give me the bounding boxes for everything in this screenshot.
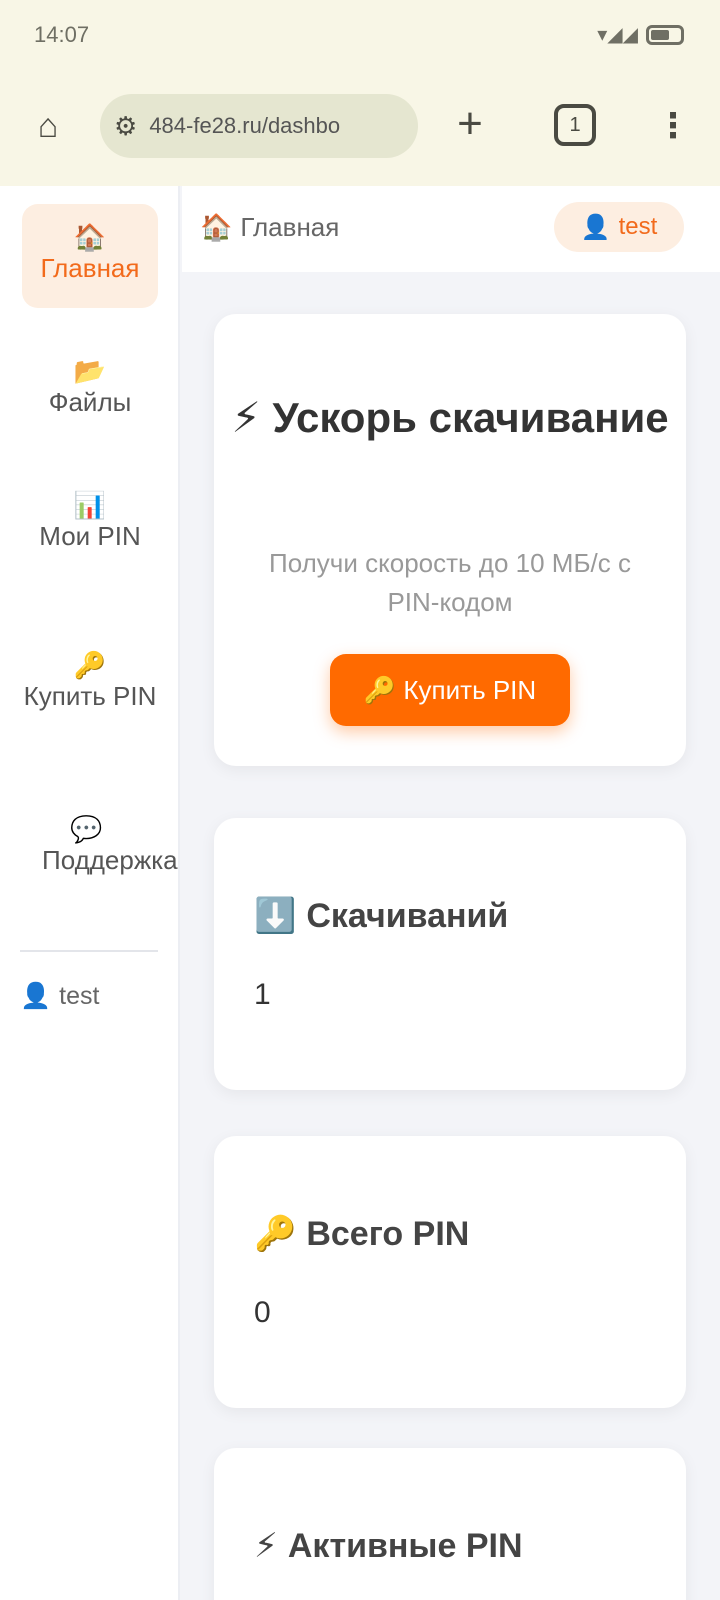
speech-bubble-icon: 💬 <box>70 814 103 844</box>
stat-title-text: Всего PIN <box>306 1214 470 1253</box>
url-bar[interactable]: ⚙ 484-fe28.ru/dashbo <box>100 94 418 158</box>
site-settings-icon[interactable]: ⚙ <box>114 111 137 142</box>
hero-title: ⚡ Ускорь скачивание <box>231 394 669 441</box>
sidebar-user[interactable]: 👤 test <box>20 982 99 1011</box>
stat-title-text: Скачиваний <box>306 896 509 935</box>
home-icon: ⌂ <box>37 106 59 145</box>
sidebar-item-files[interactable]: 📂 Файлы <box>22 338 158 442</box>
sidebar-item-label: Поддержка <box>42 845 178 875</box>
download-icon: ⬇️ <box>254 897 297 935</box>
browser-menu-button[interactable]: ⋮ <box>656 104 690 148</box>
sidebar-item-label: Купить PIN <box>23 681 157 711</box>
browser-chrome: 14:07 ▾◢◢ ⌂ ⚙ 484-fe28.ru/dashbo + 1 ⋮ <box>0 0 720 186</box>
user-chip-name: test <box>618 213 658 240</box>
url-text: 484-fe28.ru/dashbo <box>149 113 341 138</box>
sidebar-item-buy-pin[interactable]: 🔑 Купить PIN <box>22 634 158 764</box>
stat-value: 1 <box>254 978 271 1011</box>
total-pins-card: 🔑 Всего PIN 0 <box>214 1136 686 1408</box>
battery-icon <box>646 24 684 45</box>
stat-title: ⬇️ Скачиваний <box>254 896 508 936</box>
house-icon: 🏠 <box>73 222 107 252</box>
breadcrumb: 🏠 Главная <box>200 212 339 243</box>
house-icon: 🏠 <box>200 212 233 242</box>
stat-title: 🔑 Всего PIN <box>254 1214 469 1254</box>
stat-title-text: Активные PIN <box>287 1526 523 1565</box>
key-icon: 🔑 <box>254 1215 297 1253</box>
status-time: 14:07 <box>34 22 90 47</box>
hero-subtitle: Получи скорость до 10 МБ/с с PIN-кодом <box>269 548 631 617</box>
chart-icon: 📊 <box>73 490 107 520</box>
downloads-card: ⬇️ Скачиваний 1 <box>214 818 686 1090</box>
sidebar-item-my-pins[interactable]: 📊 Мои PIN <box>22 472 158 602</box>
sidebar-divider <box>20 950 158 952</box>
stat-value: 0 <box>254 1296 271 1329</box>
user-icon: 👤 <box>20 982 52 1010</box>
folder-icon: 📂 <box>73 356 107 386</box>
speed-up-card: ⚡ Ускорь скачивание Получи скорость до 1… <box>214 314 686 766</box>
key-icon: 🔑 <box>73 650 107 680</box>
main-topbar: 🏠 Главная 👤 test <box>182 186 720 272</box>
lightning-icon: ⚡ <box>254 1527 278 1565</box>
new-tab-button[interactable]: + <box>448 102 492 148</box>
buy-pin-button[interactable]: 🔑 Купить PIN <box>330 654 570 726</box>
sidebar-item-home[interactable]: 🏠 Главная <box>22 204 158 308</box>
status-indicators: ▾◢◢ <box>597 22 684 47</box>
home-button[interactable]: ⌂ <box>26 104 70 148</box>
sidebar-user-name: test <box>59 982 100 1010</box>
sidebar-item-label: Файлы <box>48 387 132 417</box>
tabs-button[interactable]: 1 <box>554 104 596 146</box>
user-chip[interactable]: 👤 test <box>554 202 684 252</box>
sidebar-item-label: Главная <box>40 253 140 283</box>
stat-title: ⚡ Активные PIN <box>254 1526 523 1566</box>
user-icon: 👤 <box>580 213 611 241</box>
sidebar-item-support[interactable]: 💬 Поддержка <box>22 798 182 898</box>
sidebar-item-label: Мои PIN <box>39 521 141 551</box>
signal-icon: ▾◢◢ <box>597 24 638 46</box>
active-pins-card: ⚡ Активные PIN <box>214 1448 686 1600</box>
sidebar: 🏠 Главная 📂 Файлы 📊 Мои PIN 🔑 Купить PIN… <box>0 186 180 1600</box>
breadcrumb-label: Главная <box>240 212 340 242</box>
